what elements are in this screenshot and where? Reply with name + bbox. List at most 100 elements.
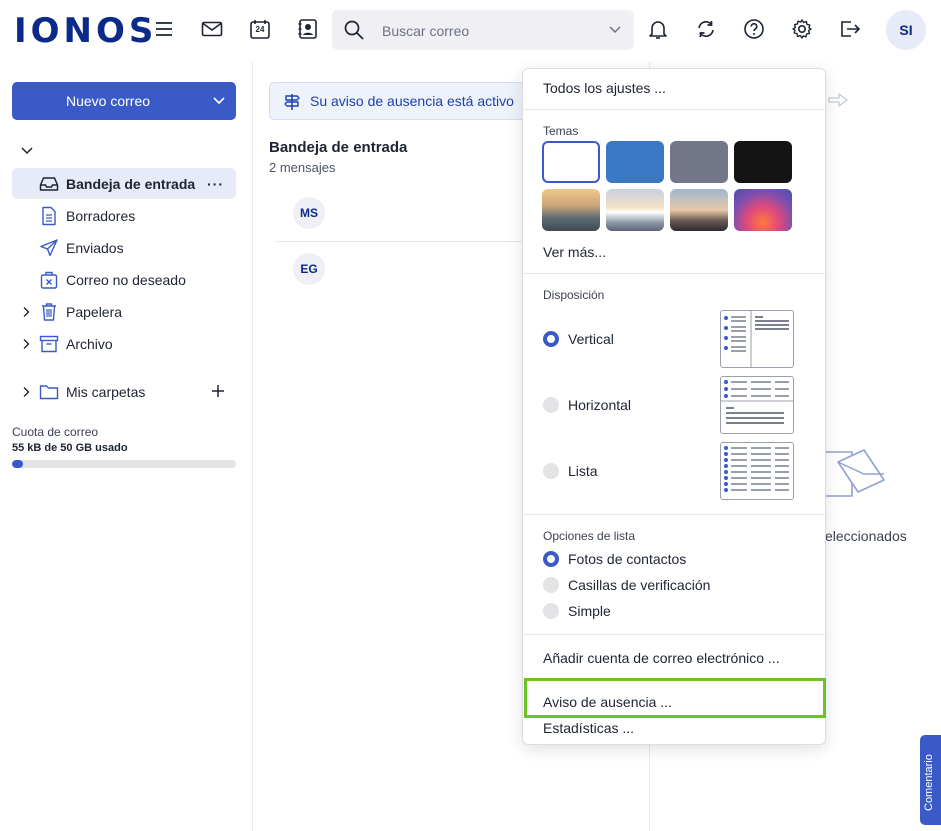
sender-avatar: MS: [293, 197, 325, 229]
ionos-logo[interactable]: IONOS: [14, 11, 157, 51]
signpost-icon: [284, 93, 300, 114]
inbox-title: Bandeja de entrada: [269, 139, 408, 156]
theme-gray[interactable]: [670, 141, 728, 183]
gear-icon[interactable]: [790, 17, 814, 41]
new-mail-label: Nuevo correo: [65, 93, 151, 109]
user-avatar[interactable]: SI: [886, 10, 926, 50]
list-option-label: Simple: [568, 603, 611, 619]
list-option-label: Casillas de verificación: [568, 577, 711, 593]
search-box[interactable]: [332, 10, 634, 50]
layout-option-label: Lista: [568, 463, 598, 479]
chevron-down-icon[interactable]: [608, 22, 622, 39]
empty-selection-text: eleccionados: [825, 528, 907, 544]
sidebar-item-sent[interactable]: Enviados: [12, 232, 236, 263]
layout-vertical-preview[interactable]: [720, 310, 794, 368]
theme-gradient-image[interactable]: [734, 189, 792, 231]
new-mail-button[interactable]: Nuevo correo: [12, 82, 236, 120]
theme-blue[interactable]: [606, 141, 664, 183]
refresh-icon[interactable]: [694, 17, 718, 41]
list-option-contact-photos[interactable]: Fotos de contactos: [543, 549, 686, 569]
add-email-account-link[interactable]: Añadir cuenta de correo electrónico ...: [543, 650, 780, 666]
menu-icon[interactable]: [152, 17, 176, 41]
sidebar-divider: [252, 62, 253, 831]
layout-horizontal-preview[interactable]: [720, 376, 794, 434]
feedback-tab[interactable]: Comentario: [920, 735, 941, 825]
spam-icon: [39, 270, 59, 290]
sidebar-item-trash[interactable]: Papelera: [12, 296, 236, 327]
see-more-themes-link[interactable]: Ver más...: [543, 244, 606, 260]
sidebar-item-label: Mis carpetas: [66, 383, 146, 400]
sidebar-item-inbox[interactable]: Bandeja de entrada ···: [12, 168, 236, 199]
trash-icon: [39, 302, 59, 322]
sidebar-item-drafts[interactable]: Borradores: [12, 200, 236, 231]
menu-separator: [523, 634, 825, 635]
layout-option-label: Horizontal: [568, 397, 632, 413]
radio-unselected[interactable]: [543, 577, 559, 593]
arrow-right-icon: [828, 93, 848, 110]
more-options-icon[interactable]: ···: [207, 176, 224, 192]
sidebar-item-archive[interactable]: Archivo: [12, 328, 236, 359]
radio-unselected[interactable]: [543, 397, 559, 413]
layout-horizontal-option[interactable]: Horizontal: [543, 395, 631, 415]
menu-separator: [523, 514, 825, 515]
chevron-down-icon[interactable]: [212, 93, 226, 110]
list-options-section-label: Opciones de lista: [543, 529, 636, 543]
message-count: 2 mensajes: [269, 160, 336, 175]
statistics-link[interactable]: Estadísticas ...: [543, 720, 634, 736]
radio-selected[interactable]: [543, 551, 559, 567]
add-folder-icon[interactable]: [210, 383, 226, 402]
radio-unselected[interactable]: [543, 603, 559, 619]
quota-progress-bar: [12, 460, 236, 468]
mail-icon[interactable]: [200, 17, 224, 41]
list-option-simple[interactable]: Simple: [543, 601, 611, 621]
calendar-day: 24: [255, 25, 265, 34]
calendar-icon[interactable]: 24: [248, 17, 272, 41]
quota-label: Cuota de correo: [12, 425, 99, 439]
menu-separator: [523, 109, 825, 110]
list-option-label: Fotos de contactos: [568, 551, 687, 567]
chevron-right-icon[interactable]: [21, 337, 31, 353]
layout-list-preview[interactable]: [720, 442, 794, 500]
theme-city-image[interactable]: [670, 189, 728, 231]
sidebar-item-label: Bandeja de entrada: [66, 175, 196, 192]
all-settings-link[interactable]: Todos los ajustes ...: [543, 80, 666, 96]
feedback-label: Comentario: [923, 754, 935, 811]
account-collapse-chevron-icon[interactable]: [20, 143, 34, 160]
contacts-icon[interactable]: [296, 17, 320, 41]
sidebar-item-label: Borradores: [66, 207, 136, 224]
sidebar-item-label: Archivo: [66, 335, 113, 352]
sidebar-item-label: Papelera: [66, 303, 123, 320]
layout-list-option[interactable]: Lista: [543, 461, 598, 481]
search-icon: [343, 19, 365, 44]
theme-sunrise-image[interactable]: [606, 189, 664, 231]
layout-vertical-option[interactable]: Vertical: [543, 329, 614, 349]
list-option-checkboxes[interactable]: Casillas de verificación: [543, 575, 710, 595]
top-bar: IONOS 24 SI: [0, 0, 941, 62]
themes-section-label: Temas: [543, 124, 579, 138]
sidebar-item-my-folders[interactable]: Mis carpetas: [12, 376, 236, 407]
draft-icon: [39, 206, 59, 226]
search-input[interactable]: [382, 20, 602, 42]
quota-value: 55 kB de 50 GB usado: [12, 442, 128, 454]
out-of-office-banner[interactable]: Su aviso de ausencia está activo: [269, 82, 529, 120]
inbox-icon: [39, 174, 59, 194]
menu-separator: [523, 273, 825, 274]
settings-dropdown: Todos los ajustes ... Temas Ver más... D…: [522, 68, 826, 745]
message-row[interactable]: EG: [275, 242, 525, 294]
bell-icon[interactable]: [646, 17, 670, 41]
message-row[interactable]: MS: [275, 186, 525, 238]
chevron-right-icon[interactable]: [21, 385, 31, 401]
theme-white[interactable]: [542, 141, 600, 183]
theme-black[interactable]: [734, 141, 792, 183]
help-icon[interactable]: [742, 17, 766, 41]
logout-icon[interactable]: [838, 17, 862, 41]
send-icon: [39, 238, 59, 258]
sidebar-item-spam[interactable]: Correo no deseado: [12, 264, 236, 295]
sidebar-item-label: Enviados: [66, 239, 124, 256]
theme-mountains-image[interactable]: [542, 189, 600, 231]
chevron-right-icon[interactable]: [21, 305, 31, 321]
radio-selected[interactable]: [543, 331, 559, 347]
radio-unselected[interactable]: [543, 463, 559, 479]
layout-option-label: Vertical: [568, 331, 614, 347]
out-of-office-highlight: [524, 678, 826, 718]
